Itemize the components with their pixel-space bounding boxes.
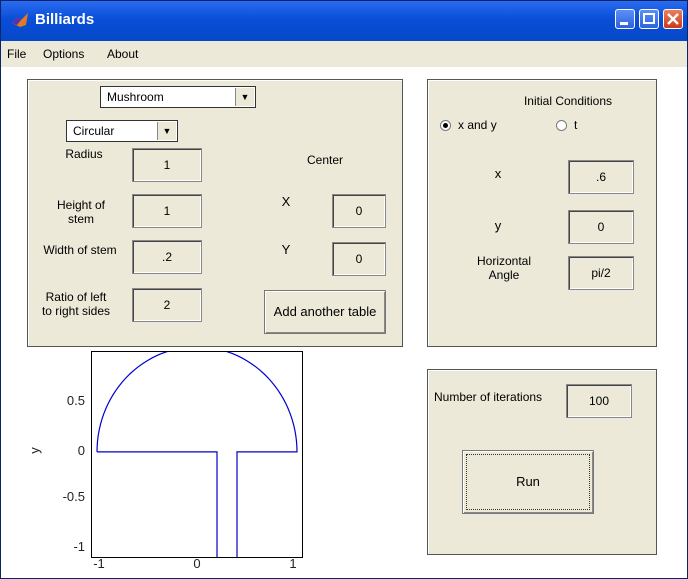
mushroom-boundary-line [96, 346, 298, 557]
menu-bar: File Options About [1, 41, 687, 67]
x-tick: 0 [193, 556, 201, 571]
center-label: Center [306, 153, 344, 167]
menu-options[interactable]: Options [43, 47, 84, 61]
cap-shape-select[interactable]: Circular ▼ [66, 120, 178, 142]
figure-body: Mushroom ▼ Circular ▼ Radius 1 Height of… [1, 67, 687, 578]
menu-about[interactable]: About [107, 47, 138, 61]
initial-x-field[interactable]: .6 [568, 160, 634, 194]
x-tick: -1 [93, 556, 105, 571]
run-button[interactable]: Run [462, 450, 594, 514]
initial-conditions-panel: Initial Conditions x and y t x .6 y 0 Ho… [427, 79, 657, 347]
center-x-field[interactable]: 0 [332, 194, 386, 228]
center-x-label: X [281, 194, 291, 209]
chevron-down-icon: ▼ [157, 122, 176, 140]
ratio-label: Ratio of left [45, 290, 107, 304]
table-boundary-plot [96, 346, 298, 557]
initial-y-field[interactable]: 0 [568, 210, 634, 244]
close-icon [667, 13, 679, 25]
radio-t-label[interactable]: t [574, 118, 577, 132]
horizontal-angle-label: Horizontal [476, 254, 532, 268]
plot-area [91, 346, 303, 558]
maximize-button[interactable] [639, 9, 659, 29]
center-y-label: Y [281, 242, 291, 257]
title-bar[interactable]: Billiards [1, 1, 687, 41]
table-shape-select[interactable]: Mushroom ▼ [100, 86, 256, 108]
radius-field[interactable]: 1 [132, 148, 202, 182]
horizontal-angle-field[interactable]: pi/2 [568, 256, 634, 290]
minimize-button[interactable] [615, 9, 635, 29]
stem-height-label-2: stem [67, 212, 94, 226]
chevron-down-icon: ▼ [235, 88, 254, 106]
y-tick: -0.5 [62, 489, 85, 504]
radio-selected-dot [443, 123, 448, 128]
table-shape-value: Mushroom [107, 90, 164, 104]
cap-shape-value: Circular [73, 124, 115, 138]
table-panel: Mushroom ▼ Circular ▼ Radius 1 Height of… [27, 79, 403, 347]
close-button[interactable] [663, 9, 683, 29]
x-tick: 1 [289, 556, 297, 571]
window-title: Billiards [35, 11, 95, 28]
y-tick: -1 [73, 539, 85, 554]
matlab-logo-icon [12, 13, 28, 27]
stem-height-label: Height of [56, 198, 106, 212]
radio-x-and-y-label[interactable]: x and y [458, 118, 497, 132]
radio-t[interactable] [556, 120, 567, 131]
stem-width-field[interactable]: .2 [132, 240, 202, 274]
stem-height-field[interactable]: 1 [132, 194, 202, 228]
iterations-field[interactable]: 100 [566, 384, 632, 418]
radius-label: Radius [65, 147, 103, 161]
maximize-icon [643, 13, 655, 24]
y-tick: 0 [77, 443, 85, 458]
menu-file[interactable]: File [7, 47, 26, 61]
ratio-field[interactable]: 2 [132, 288, 202, 322]
initial-y-label: y [494, 218, 502, 233]
y-tick: 0.5 [66, 393, 85, 408]
ratio-label-2: to right sides [41, 304, 111, 318]
radio-x-and-y[interactable] [440, 120, 451, 131]
y-axis-label: y [26, 447, 42, 454]
minimize-icon [620, 22, 628, 25]
billiards-window: Billiards File Options About Mushroom ▼ … [0, 0, 688, 579]
initial-x-label: x [494, 166, 502, 181]
initial-conditions-title: Initial Conditions [523, 94, 613, 108]
iterations-label: Number of iterations [434, 390, 543, 404]
horizontal-angle-label-2: Angle [488, 268, 520, 282]
run-panel: Number of iterations 100 Run [427, 369, 657, 555]
center-y-field[interactable]: 0 [332, 242, 386, 276]
add-table-button[interactable]: Add another table [264, 290, 386, 334]
stem-width-label: Width of stem [43, 243, 117, 257]
